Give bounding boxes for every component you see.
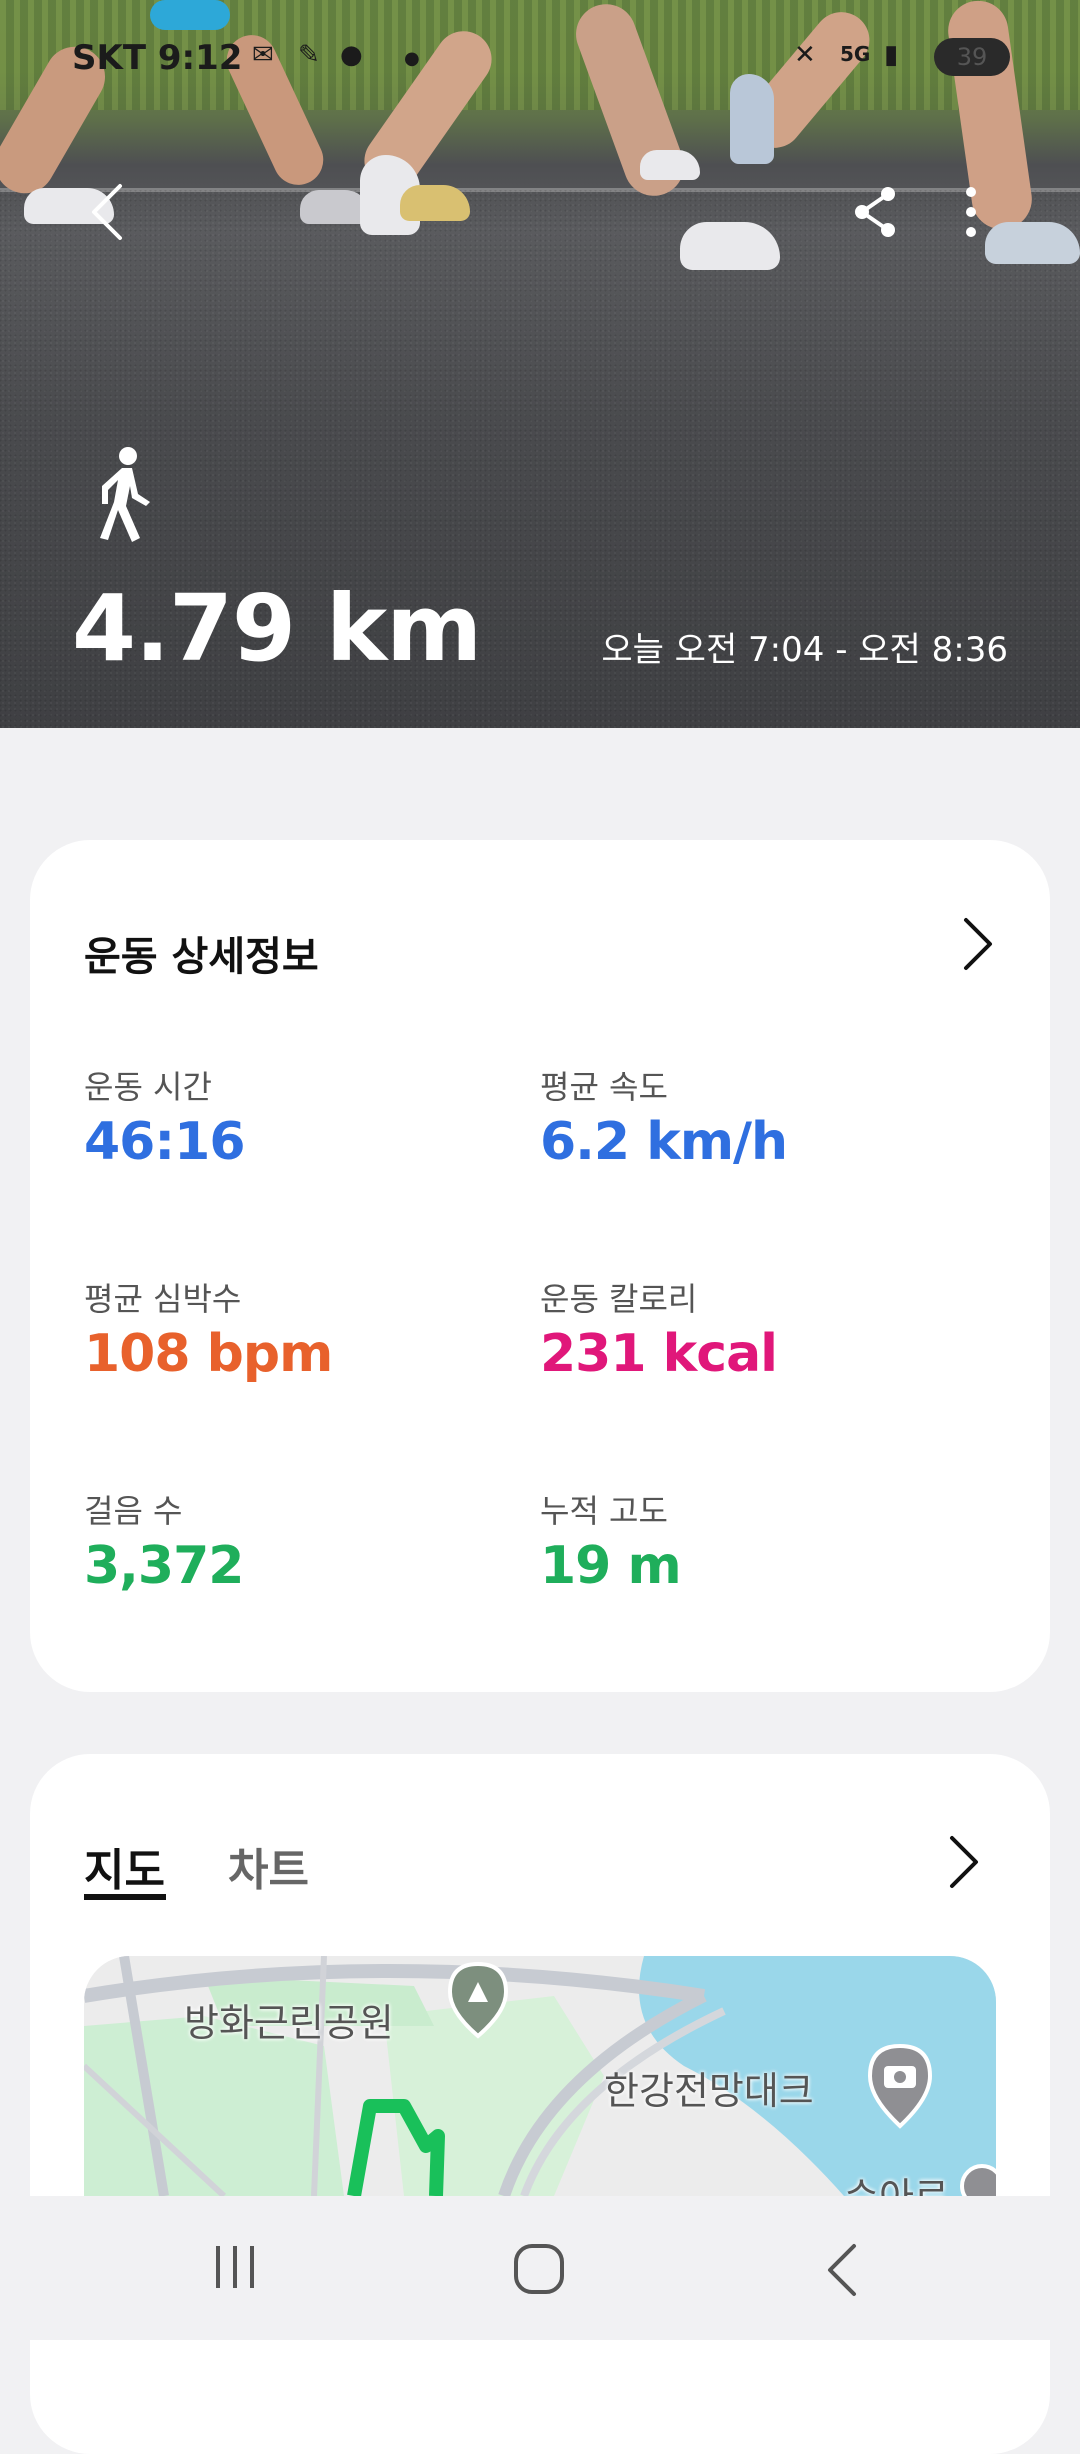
stat-value-avg-speed: 6.2 km/h (540, 1112, 788, 1172)
stat-label-elevation: 누적 고도 (540, 1492, 668, 1530)
map-label-observation-deck: 한강전망대크 (604, 2069, 814, 2113)
details-card-title: 운동 상세정보 (84, 934, 319, 980)
stat-label-duration: 운동 시간 (84, 1068, 212, 1106)
dot-icon: ● (404, 48, 420, 69)
tab-chart[interactable]: 차트 (228, 1834, 309, 1898)
stat-value-calories: 231 kcal (540, 1324, 778, 1384)
more-options-button[interactable] (956, 184, 986, 240)
running-shoe (400, 185, 470, 221)
mute-icon: ✕ (794, 40, 816, 70)
stat-value-elevation: 19 m (540, 1536, 682, 1596)
share-icon (855, 187, 895, 237)
share-button[interactable] (848, 184, 904, 240)
details-expand-button[interactable] (956, 916, 996, 972)
running-shoe (640, 150, 700, 180)
talk-icon: ● (340, 40, 363, 70)
stat-value-steps: 3,372 (84, 1536, 244, 1596)
recent-apps-icon (216, 2246, 254, 2288)
notification-icon: ✎ (298, 40, 320, 70)
back-icon (828, 2244, 856, 2296)
distance-value: 4.79 km (72, 575, 482, 682)
status-carrier: SKT 9:12 (72, 38, 243, 78)
notification-icon: ✉ (252, 40, 274, 70)
chevron-left-icon (92, 184, 122, 240)
chevron-right-icon (950, 1836, 978, 1888)
walking-person-icon (92, 446, 160, 548)
status-bar: SKT 9:12 ✉ ✎ ● ● ✕ 5G ▮ 39 (0, 0, 1080, 100)
back-button[interactable] (82, 180, 132, 244)
stat-value-duration: 46:16 (84, 1112, 246, 1172)
tab-map-underline (84, 1894, 166, 1900)
workout-details-card: 운동 상세정보 운동 시간 46:16 평균 속도 6.2 km/h 평균 심박… (30, 840, 1050, 1692)
chevron-right-icon (964, 918, 992, 970)
signal-icon: ▮ (884, 40, 899, 70)
5g-icon: 5G (840, 42, 871, 66)
hero-image: SKT 9:12 ✉ ✎ ● ● ✕ 5G ▮ 39 4.79 km 오늘 오전… (0, 0, 1080, 728)
home-icon (514, 2244, 564, 2294)
running-shoe (985, 222, 1080, 264)
running-shoe (680, 222, 780, 270)
system-navigation-bar (0, 2196, 1080, 2340)
more-vertical-icon (966, 187, 976, 237)
stat-value-avg-heart-rate: 108 bpm (84, 1324, 333, 1384)
map-expand-button[interactable] (942, 1834, 982, 1890)
stat-label-avg-heart-rate: 평균 심박수 (84, 1280, 242, 1318)
workout-time-range: 오늘 오전 7:04 - 오전 8:36 (601, 630, 1008, 670)
battery-icon: 39 (934, 38, 1010, 76)
tab-map[interactable]: 지도 (84, 1834, 165, 1898)
back-nav-button[interactable] (822, 2242, 862, 2298)
map-label-partial: 수아르 (844, 2166, 949, 2196)
stat-label-avg-speed: 평균 속도 (540, 1068, 668, 1106)
recent-apps-button[interactable] (210, 2242, 260, 2292)
stat-label-calories: 운동 칼로리 (540, 1280, 698, 1318)
map-pin-icon (960, 2164, 996, 2196)
route-map[interactable]: 방화근린공원 한강전망대크 수아르 (84, 1956, 996, 2196)
map-label-park: 방화근린공원 (184, 2001, 394, 2045)
home-button[interactable] (512, 2242, 568, 2298)
stat-label-steps: 걸음 수 (84, 1492, 183, 1530)
